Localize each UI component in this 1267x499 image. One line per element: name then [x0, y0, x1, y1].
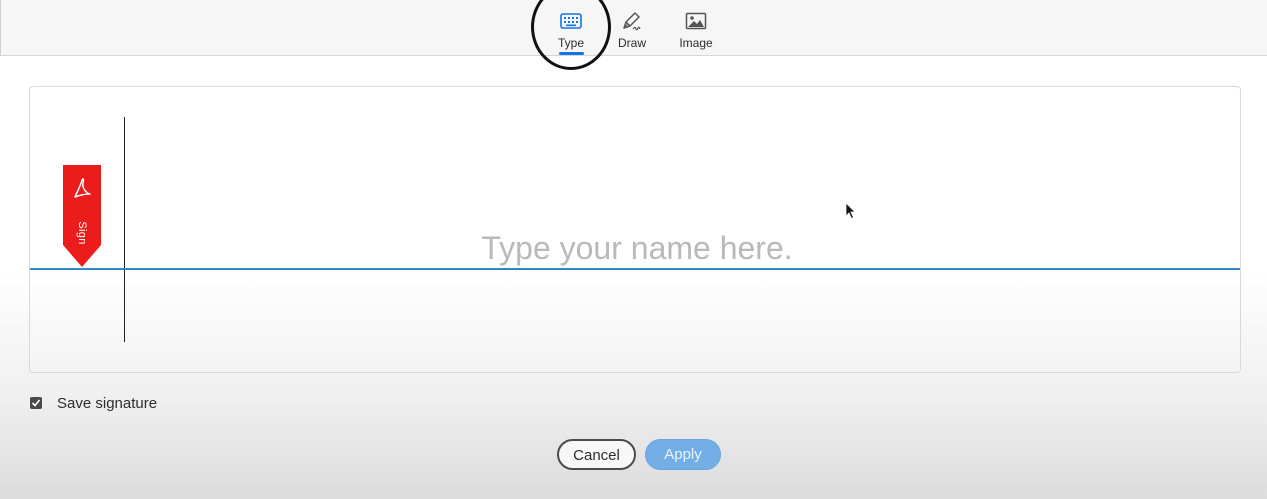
- tab-draw-label: Draw: [617, 36, 646, 50]
- sign-badge-text: Sign: [76, 221, 88, 245]
- mouse-pointer-icon: [845, 202, 856, 220]
- save-signature-option[interactable]: Save signature: [30, 393, 157, 413]
- signature-area[interactable]: Sign: [29, 86, 1241, 373]
- acrobat-logo-icon: [74, 178, 91, 198]
- keyboard-icon: [560, 13, 582, 29]
- pen-icon: [623, 12, 641, 31]
- cancel-button[interactable]: Cancel: [557, 439, 636, 470]
- apply-button[interactable]: Apply: [645, 439, 721, 470]
- signature-baseline: [30, 268, 1240, 270]
- tab-type-label: Type: [557, 36, 584, 50]
- tab-image-label: Image: [679, 36, 713, 50]
- name-input[interactable]: [330, 227, 944, 269]
- save-signature-checkbox[interactable]: [30, 397, 42, 409]
- tab-draw[interactable]: Draw: [602, 8, 662, 56]
- tab-type[interactable]: Type: [541, 8, 601, 56]
- tab-image[interactable]: Image: [666, 8, 726, 56]
- active-tab-indicator: [559, 52, 584, 55]
- image-icon: [685, 12, 707, 30]
- checkmark-icon: [31, 399, 41, 407]
- signature-mode-tabs: Type Draw Image: [0, 0, 1267, 56]
- save-signature-label: Save signature: [57, 394, 158, 412]
- text-cursor: [124, 117, 125, 342]
